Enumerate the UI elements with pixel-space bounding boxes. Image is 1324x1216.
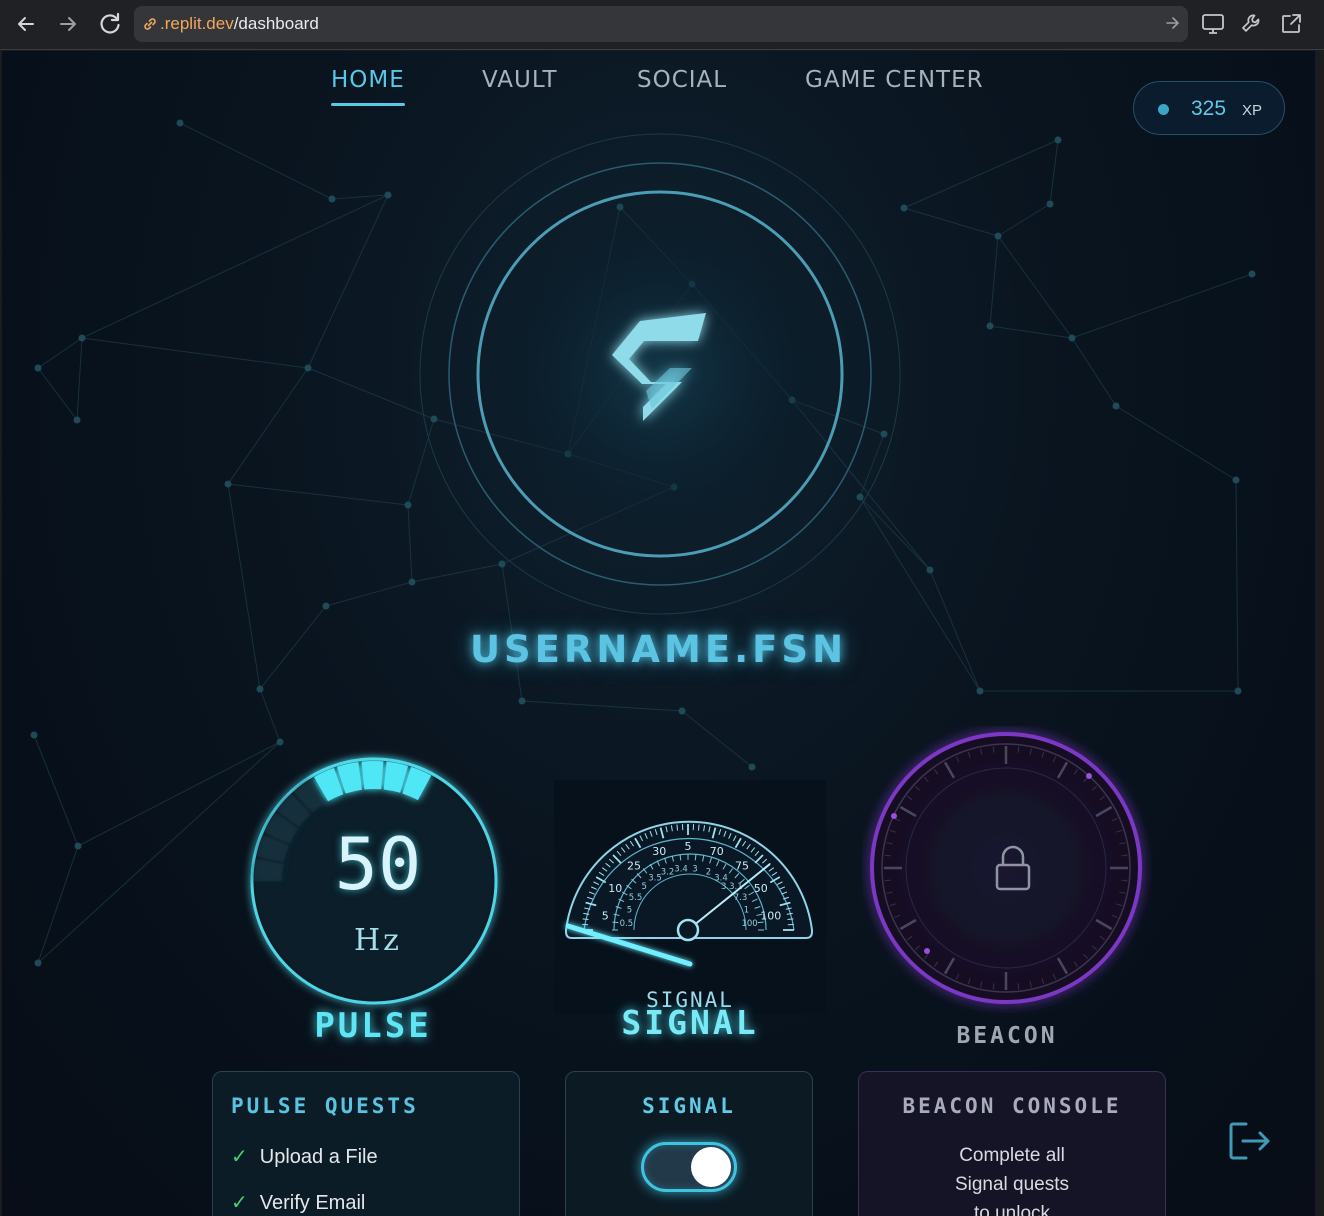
beacon-gauge[interactable] <box>862 726 1152 1016</box>
signal-inner-tick-label: 3 <box>692 864 697 874</box>
signal-inner-tick-label: 1 <box>744 906 749 916</box>
xp-value: 325 <box>1191 97 1227 120</box>
signal-inner-tick-label: 5.5 <box>629 893 643 903</box>
signal-inner-tick-label: 5 <box>627 906 632 916</box>
signal-inner-tick-label: 3.2 <box>661 867 675 877</box>
signal-tick-label: 10 <box>608 882 622 895</box>
tab-social-label: SOCIAL <box>637 67 728 93</box>
back-arrow-icon[interactable] <box>12 10 40 38</box>
reload-icon[interactable] <box>96 10 124 38</box>
quest-label: Verify Email <box>259 1192 366 1214</box>
xp-badge[interactable]: 325 XP <box>1133 81 1285 135</box>
pulse-label: PULSE <box>314 1006 432 1046</box>
logout-icon[interactable] <box>1228 1120 1272 1162</box>
go-arrow-icon[interactable] <box>1166 12 1180 39</box>
tab-social[interactable]: SOCIAL <box>637 67 727 93</box>
beacon-console-panel: BEACON CONSOLE Complete all Signal quest… <box>858 1071 1166 1216</box>
tab-vault-label: VAULT <box>482 67 558 93</box>
pulse-unit: Hz <box>354 923 402 958</box>
tab-home-label: HOME <box>331 67 405 93</box>
url-path: /dashboard <box>233 14 319 33</box>
signal-inner-tick-label: 3.4 <box>674 864 688 874</box>
signal-tick-label: 100 <box>760 909 781 922</box>
tab-game-center-label: GAME CENTER <box>805 67 984 93</box>
signal-tick-label: 50 <box>754 882 768 895</box>
tab-vault[interactable]: VAULT <box>482 67 558 93</box>
dashboard-page: HOME VAULT SOCIAL GAME CENTER 325 XP USE… <box>2 51 1315 1216</box>
avatar[interactable] <box>414 131 906 623</box>
username: USERNAME.FSN <box>469 628 848 671</box>
signal-inner-tick-label: 7.3 <box>734 893 748 903</box>
signal-panel: SIGNAL <box>565 1071 813 1216</box>
signal-tick-label: 25 <box>627 860 641 873</box>
signal-toggle[interactable] <box>641 1142 737 1192</box>
url-text[interactable]: .replit.dev/dashboard <box>160 14 319 34</box>
check-icon: ✓ <box>231 1192 248 1214</box>
pulse-arc-segment <box>361 761 384 790</box>
pulse-gauge[interactable]: 50 Hz <box>238 746 518 1036</box>
monitor-icon[interactable] <box>1201 12 1225 36</box>
console-line: to unlock <box>973 1203 1051 1216</box>
pulse-quests-title: PULSE QUESTS <box>231 1094 419 1118</box>
xp-status-dot <box>1158 104 1169 115</box>
wrench-icon[interactable] <box>1240 12 1264 36</box>
signal-tick-label: 5 <box>685 840 692 853</box>
pulse-quests-panel: PULSE QUESTS ✓ Upload a File ✓ Verify Emai… <box>212 1071 520 1216</box>
quest-item[interactable]: ✓ Verify Email <box>231 1190 365 1215</box>
signal-gauge[interactable]: 5 10 25 30 5 70 75 50 100 0.5 5 5.5 5 3.5 3.2 3.4 3 2 3.4 3… <box>554 780 826 1014</box>
signal-inner-tick-label: 3.3.1 <box>721 882 743 892</box>
xp-unit: XP <box>1242 102 1263 119</box>
signal-tick-label: 70 <box>710 845 724 858</box>
browser-toolbar: .replit.dev/dashboard <box>0 0 1324 50</box>
signal-panel-title: SIGNAL <box>642 1094 736 1118</box>
open-external-icon[interactable] <box>1279 12 1303 36</box>
signal-tick-label: 75 <box>735 860 749 873</box>
beacon-console-title: BEACON CONSOLE <box>902 1094 1122 1118</box>
console-line: Signal quests <box>954 1174 1070 1195</box>
signal-inner-tick-label: 2 <box>706 867 711 877</box>
quest-item[interactable]: ✓ Upload a File <box>231 1144 378 1169</box>
signal-label: SIGNAL <box>621 1003 759 1042</box>
signal-tick-label: 5 <box>602 909 609 922</box>
link-icon <box>144 18 156 30</box>
check-icon: ✓ <box>231 1146 248 1168</box>
main-nav: HOME VAULT SOCIAL GAME CENTER <box>2 65 1315 109</box>
console-line: Complete all <box>959 1145 1065 1166</box>
toggle-knob <box>691 1147 731 1187</box>
quest-label: Upload a File <box>259 1146 378 1168</box>
signal-inner-tick-label: 5 <box>641 882 646 892</box>
signal-tick-label: 30 <box>652 845 666 858</box>
signal-inner-tick-label: 100 <box>741 919 757 929</box>
tab-game-center[interactable]: GAME CENTER <box>805 67 984 93</box>
address-bar[interactable]: .replit.dev/dashboard <box>134 6 1188 42</box>
beacon-label: BEACON <box>956 1023 1058 1049</box>
signal-inner-tick-label: 0.5 <box>620 919 634 929</box>
forward-arrow-icon[interactable] <box>54 10 82 38</box>
signal-inner-tick-label: 3.5 <box>648 874 662 884</box>
pulse-value: 50 <box>334 822 422 906</box>
url-host: .replit.dev <box>160 14 234 33</box>
tab-home[interactable]: HOME <box>331 67 405 106</box>
active-tab-indicator <box>331 103 405 106</box>
